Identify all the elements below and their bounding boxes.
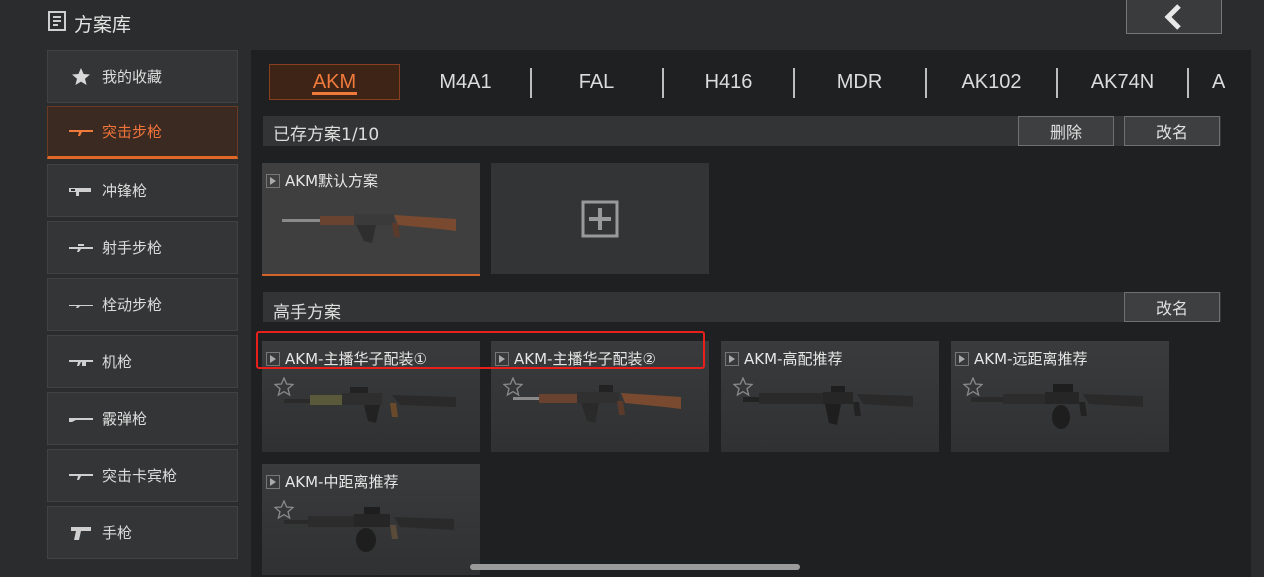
bolt-rifle-icon — [66, 300, 96, 310]
sidebar-item-marksman[interactable]: 射手步枪 — [47, 221, 238, 274]
play-icon — [955, 351, 969, 366]
sidebar-item-pistol[interactable]: 手枪 — [47, 506, 238, 559]
delete-button[interactable]: 删除 — [1018, 116, 1114, 146]
sidebar-item-label: 突击卡宾枪 — [102, 467, 178, 485]
scheme-card-title: AKM默认方案 — [285, 172, 379, 190]
sidebar-item-carbine[interactable]: 突击卡宾枪 — [47, 449, 238, 502]
tab-mdr[interactable]: MDR — [794, 64, 925, 100]
shotgun-icon — [66, 414, 96, 424]
tab-fal[interactable]: FAL — [531, 64, 662, 100]
carbine-icon — [66, 471, 96, 481]
rifle-icon — [513, 385, 681, 423]
sidebar-item-label: 我的收藏 — [102, 68, 163, 86]
tab-ak74n[interactable]: AK74N — [1057, 64, 1188, 100]
sidebar-item-machine-gun[interactable]: 机枪 — [47, 335, 238, 388]
rename-button[interactable]: 改名 — [1124, 292, 1220, 322]
sidebar-item-assault-rifle[interactable]: 突击步枪 — [47, 106, 238, 159]
sidebar-item-shotgun[interactable]: 霰弹枪 — [47, 392, 238, 445]
tab-akm[interactable]: AKM — [269, 64, 400, 100]
rifle-icon — [284, 507, 454, 552]
tab-m4a1[interactable]: M4A1 — [400, 64, 531, 100]
sidebar-item-label: 手枪 — [102, 524, 133, 542]
scroll-indicator[interactable] — [470, 564, 800, 570]
sidebar-item-smg[interactable]: 冲锋枪 — [47, 164, 238, 217]
tab-ak102[interactable]: AK102 — [926, 64, 1057, 100]
back-button[interactable] — [1126, 0, 1222, 34]
akm-rifle-icon — [282, 214, 456, 243]
marksman-rifle-icon — [66, 243, 96, 253]
expert-card[interactable]: AKM-中距离推荐 — [262, 464, 480, 575]
tab-h416[interactable]: H416 — [663, 64, 794, 100]
tab-partial[interactable]: A — [1188, 64, 1225, 100]
rename-button[interactable]: 改名 — [1124, 116, 1220, 146]
rifle-icon — [971, 384, 1143, 429]
play-icon — [266, 173, 280, 188]
weapon-tabs: AKM M4A1 FAL H416 MDR AK102 AK74N A — [268, 64, 1225, 104]
add-scheme-card[interactable] — [491, 163, 709, 274]
scheme-card-title: AKM-远距离推荐 — [974, 350, 1088, 368]
expert-card[interactable]: AKM-远距离推荐 — [951, 341, 1169, 452]
scheme-card-title: AKM-中距离推荐 — [285, 473, 399, 491]
saved-section-title: 已存方案1/10 — [273, 125, 380, 145]
scheme-card-default[interactable]: AKM默认方案 — [262, 163, 480, 276]
smg-icon — [66, 186, 96, 196]
chevron-left-icon — [1164, 3, 1181, 30]
sidebar-item-label: 射手步枪 — [102, 239, 163, 257]
expert-card[interactable]: AKM-高配推荐 — [721, 341, 939, 452]
sidebar-item-label: 冲锋枪 — [102, 182, 148, 200]
highlight-box — [256, 331, 705, 369]
expert-section-title: 高手方案 — [273, 303, 341, 323]
plus-icon — [581, 200, 619, 238]
sidebar-item-label: 栓动步枪 — [102, 296, 163, 314]
expert-section-bar — [263, 292, 1221, 322]
scheme-library-icon — [48, 11, 66, 31]
scheme-card-title: AKM-高配推荐 — [744, 350, 843, 368]
sidebar-item-bolt-action[interactable]: 栓动步枪 — [47, 278, 238, 331]
sidebar-item-label: 机枪 — [102, 353, 133, 371]
page-title: 方案库 — [74, 14, 132, 36]
sidebar-item-label: 突击步枪 — [102, 123, 163, 141]
sidebar-item-label: 霰弹枪 — [102, 410, 148, 428]
machine-gun-icon — [66, 357, 96, 367]
rifle-icon — [284, 387, 456, 423]
pistol-icon — [66, 525, 96, 541]
play-icon — [725, 351, 739, 366]
rifle-icon — [743, 386, 913, 425]
play-icon — [266, 474, 280, 489]
assault-rifle-icon — [66, 127, 96, 137]
star-icon — [66, 67, 96, 87]
sidebar-item-favorites[interactable]: 我的收藏 — [47, 50, 238, 103]
